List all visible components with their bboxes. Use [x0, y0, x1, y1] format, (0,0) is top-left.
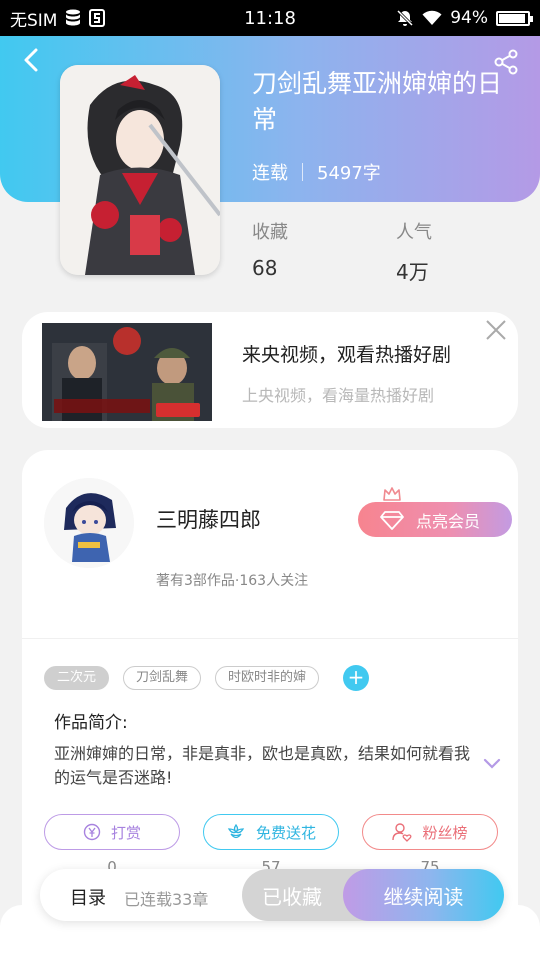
book-title: 刀剑乱舞亚洲婶婶的日常 [252, 69, 503, 134]
stat-value: 4万 [396, 260, 429, 284]
stat-label: 收藏 [252, 222, 288, 243]
status-bar: 无SIM 11:18 94% [0, 0, 540, 36]
vip-label: 点亮会员 [416, 511, 481, 531]
ad-image[interactable] [42, 323, 212, 421]
tip-label: 打赏 [110, 823, 141, 842]
book-cover[interactable] [60, 65, 220, 275]
tag-item[interactable]: 刀剑乱舞 [123, 666, 202, 690]
continue-reading-label: 继续阅读 [383, 884, 464, 909]
continue-reading-button[interactable]: 继续阅读 [343, 869, 504, 921]
stat-favorites: 收藏 68 [252, 218, 288, 280]
tip-button[interactable]: 打赏 [44, 814, 180, 850]
send-flower-button[interactable]: 免费送花 [203, 814, 339, 850]
chapter-status: 已连载33章 [124, 890, 209, 909]
word-count: 5497字 [317, 163, 381, 184]
author-avatar-image [44, 478, 134, 568]
app-s-icon [89, 9, 106, 27]
action-buttons: 打赏 免费送花 粉丝榜 [44, 814, 498, 850]
back-arrow-icon[interactable] [18, 46, 46, 74]
stat-label: 人气 [396, 222, 432, 243]
database-icon [66, 9, 81, 26]
favorited-label: 已收藏 [262, 884, 322, 909]
intro-text: 亚洲婶婶的日常，非是真非，欧也是真欧，结果如何就看我的运气是否迷路! [54, 744, 471, 787]
send-flower-label: 免费送花 [255, 823, 316, 842]
stat-value: 68 [252, 256, 278, 280]
bottom-action-bar: 目录 已连载33章 已收藏 继续阅读 [40, 869, 504, 921]
tag-item[interactable]: 二次元 [44, 666, 110, 690]
battery-icon [496, 10, 533, 26]
chevron-down-icon[interactable] [482, 756, 502, 770]
tag-item[interactable]: 时欧时非的婶 [215, 666, 320, 690]
divider [22, 638, 518, 639]
diamond-icon [380, 511, 404, 530]
crown-icon [383, 487, 401, 501]
add-tag-button[interactable]: + [343, 665, 370, 691]
battery-percent: 94% [450, 8, 488, 28]
ad-title[interactable]: 来央视频，观看热播好剧 [242, 340, 451, 367]
user-heart-icon [392, 823, 412, 842]
fan-ranking-button[interactable]: 粉丝榜 [362, 814, 498, 850]
author-works-info: 著有3部作品·163人关注 [156, 573, 309, 589]
serial-status: 连载 [252, 163, 288, 184]
ad-subtitle: 上央视频，看海量热播好剧 [242, 386, 435, 405]
ad-video-thumbnail [42, 323, 212, 421]
yen-coin-icon [83, 823, 101, 841]
tag-list: 二次元 刀剑乱舞 时欧时非的婶 + [44, 665, 370, 691]
ad-banner[interactable]: 来央视频，观看热播好剧 上央视频，看海量热播好剧 [22, 312, 518, 428]
cover-illustration [60, 65, 220, 275]
fan-ranking-label: 粉丝榜 [422, 823, 468, 842]
book-meta: 连载 5497字 [252, 159, 381, 185]
flower-icon [227, 823, 245, 839]
mute-bell-icon [397, 9, 414, 27]
meta-divider [302, 163, 303, 181]
close-icon[interactable] [484, 318, 508, 342]
carrier-text: 无SIM [10, 10, 58, 31]
wifi-icon [422, 10, 442, 25]
toc-button[interactable]: 目录 [70, 884, 106, 910]
stat-popularity: 人气 4万 [396, 218, 432, 285]
avatar[interactable] [44, 478, 134, 568]
intro-label: 作品简介: [54, 713, 128, 733]
author-name[interactable]: 三明藤四郎 [156, 504, 261, 534]
vip-button[interactable]: 点亮会员 [358, 502, 512, 537]
